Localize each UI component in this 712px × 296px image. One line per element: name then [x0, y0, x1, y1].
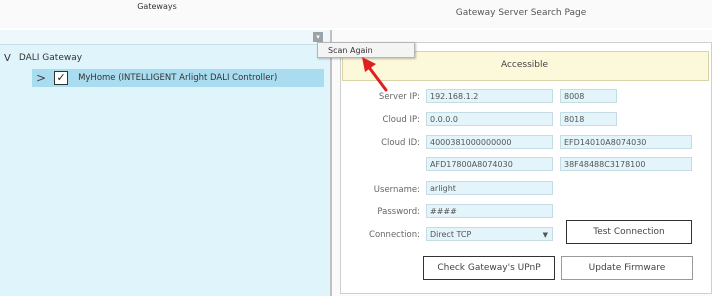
gateway-checkbox[interactable]: ✓ [54, 71, 69, 85]
cloud-ip-label: Cloud IP: [382, 115, 420, 125]
tree-node-label: DALI Gateway [18, 53, 83, 63]
update-firmware-button[interactable]: Update Firmware [561, 256, 693, 280]
server-port-field[interactable]: 8008 [560, 89, 617, 103]
gateways-header-label: Gateways [137, 2, 177, 11]
dropdown-caret-icon: ▼ [542, 231, 548, 239]
expand-chevron-icon[interactable]: V [4, 53, 11, 64]
cloud-port-field[interactable]: 8018 [560, 112, 617, 126]
password-label: Password: [377, 207, 420, 217]
chevron-down-icon[interactable]: ▾ [313, 32, 323, 42]
username-field[interactable]: arlight [426, 181, 553, 195]
cloud-id-label: Cloud ID: [381, 138, 420, 148]
server-ip-field[interactable]: 192.168.1.2 [426, 89, 553, 103]
test-connection-button[interactable]: Test Connection [566, 220, 692, 244]
status-text: Accessible [500, 60, 549, 70]
tree-node-label: MyHome (INTELLIGENT Arlight DALI Control… [78, 73, 278, 83]
tree-node-dali-gateway[interactable]: V DALI Gateway [4, 50, 82, 66]
cloud-ip-field[interactable]: 0.0.0.0 [426, 112, 553, 126]
tree-node-myhome[interactable]: > ✓ MyHome (INTELLIGENT Arlight DALI Con… [32, 69, 324, 87]
cloud-id-field-2[interactable]: EFD14010A8074030 [560, 135, 692, 149]
connection-label: Connection: [369, 230, 420, 240]
expand-arrow-icon[interactable]: > [36, 69, 46, 87]
cloud-id-field-1[interactable]: 4000381000000000 [426, 135, 553, 149]
connection-select[interactable]: Direct TCP ▼ [426, 227, 553, 241]
connection-value: Direct TCP [430, 230, 472, 239]
cloud-id-field-3[interactable]: AFD17800A8074030 [426, 157, 553, 171]
username-label: Username: [373, 185, 420, 195]
password-field[interactable]: #### [426, 204, 553, 218]
annotation-arrow-icon [362, 57, 388, 92]
check-upnp-button[interactable]: Check Gateway's UPnP [423, 256, 555, 280]
page-title: Gateway Server Search Page [455, 8, 587, 18]
gateways-header [0, 30, 330, 45]
cloud-id-field-4[interactable]: 38F48488C3178100 [560, 157, 692, 171]
